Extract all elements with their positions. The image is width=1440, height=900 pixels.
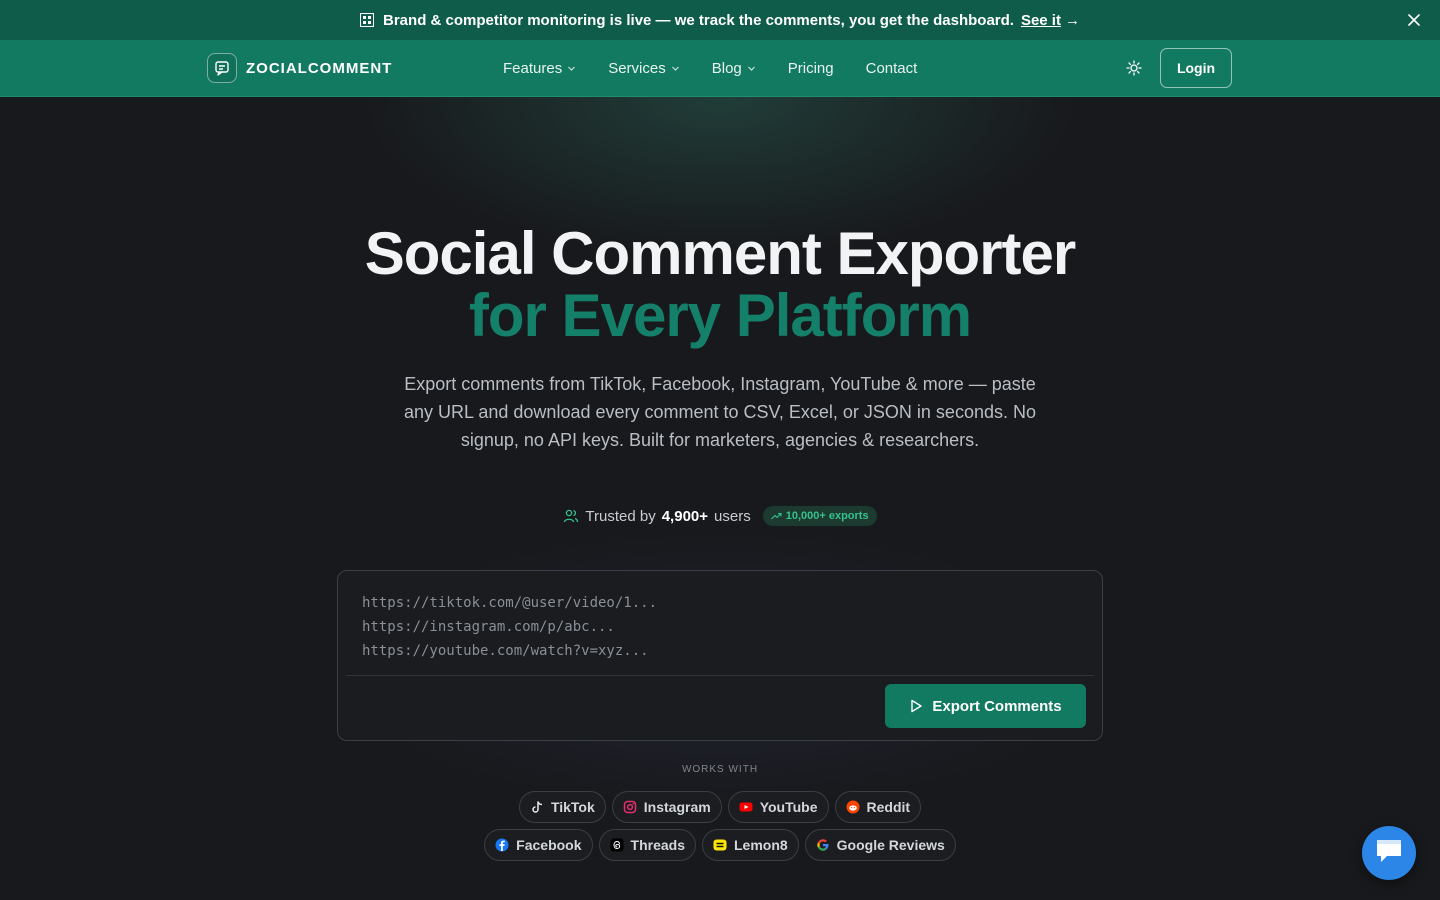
hero-title: Social Comment Exporter bbox=[364, 220, 1077, 287]
chip-facebook[interactable]: Facebook bbox=[484, 829, 593, 861]
chip-reddit[interactable]: Reddit bbox=[834, 791, 922, 823]
announcement-bar: Brand & competitor monitoring is live — … bbox=[0, 0, 1440, 40]
nav-item-blog[interactable]: Blog bbox=[712, 60, 756, 77]
trending-up-icon bbox=[770, 512, 782, 520]
chip-label: Instagram bbox=[643, 799, 711, 815]
chip-google-reviews[interactable]: Google Reviews bbox=[804, 829, 956, 861]
trust-count: 4,900+ bbox=[661, 507, 709, 525]
tiktok-icon bbox=[530, 800, 544, 814]
play-icon bbox=[909, 699, 923, 713]
chevron-down-icon bbox=[747, 64, 756, 73]
arrow-right-icon: → bbox=[1064, 11, 1080, 29]
nav-item-contact[interactable]: Contact bbox=[866, 60, 918, 77]
chip-label: Threads bbox=[630, 837, 685, 853]
lemon8-icon bbox=[713, 838, 727, 852]
nav-label: Blog bbox=[711, 59, 742, 77]
top-nav: ZOCIALCOMMENT Features Services Blog Pri… bbox=[0, 40, 1440, 97]
chip-label: YouTube bbox=[759, 799, 818, 815]
youtube-icon bbox=[739, 800, 753, 814]
chip-threads[interactable]: Threads bbox=[598, 829, 696, 861]
works-with-label: WORKS WITH bbox=[681, 764, 759, 775]
google-icon bbox=[816, 838, 830, 852]
announcement-text: Brand & competitor monitoring is live — … bbox=[383, 11, 1014, 29]
login-button[interactable]: Login bbox=[1160, 48, 1232, 88]
hero-subtitle: Export comments from TikTok, Facebook, I… bbox=[404, 374, 1036, 450]
nav-links: Features Services Blog Pricing Contact bbox=[503, 40, 949, 96]
divider bbox=[346, 675, 1094, 676]
chat-widget-button[interactable] bbox=[1362, 826, 1416, 880]
nav-item-services[interactable]: Services bbox=[608, 60, 680, 77]
platform-chips-row-1: TikTok Instagram YouTube Reddit bbox=[0, 791, 1440, 823]
platform-chips-row-2: Facebook Threads Lemon8 Google Reviews bbox=[0, 829, 1440, 861]
chip-label: Google Reviews bbox=[836, 837, 945, 853]
url-input-box[interactable]: https://tiktok.com/@user/video/1... http… bbox=[337, 570, 1103, 741]
exports-badge-text: 10,000+ exports bbox=[785, 510, 869, 522]
comment-icon bbox=[207, 53, 237, 83]
url-textarea[interactable]: https://tiktok.com/@user/video/1... http… bbox=[362, 591, 657, 663]
chip-label: TikTok bbox=[550, 799, 595, 815]
threads-icon bbox=[610, 838, 624, 852]
nav-label: Contact bbox=[865, 59, 918, 77]
chip-label: Reddit bbox=[866, 799, 911, 815]
close-icon[interactable] bbox=[1406, 12, 1422, 28]
chip-label: Facebook bbox=[516, 837, 582, 853]
export-comments-button[interactable]: Export Comments bbox=[885, 684, 1086, 728]
chip-instagram[interactable]: Instagram bbox=[611, 791, 722, 823]
trust-suffix: users bbox=[714, 507, 751, 525]
chip-youtube[interactable]: YouTube bbox=[727, 791, 829, 823]
chevron-down-icon bbox=[671, 64, 680, 73]
chip-lemon8[interactable]: Lemon8 bbox=[701, 829, 799, 861]
see-it-link[interactable]: See it bbox=[1021, 12, 1061, 29]
export-button-label: Export Comments bbox=[932, 697, 1062, 715]
sun-icon[interactable] bbox=[1124, 58, 1144, 78]
dashboard-icon bbox=[360, 13, 375, 27]
nav-item-features[interactable]: Features bbox=[503, 60, 576, 77]
chip-label: Lemon8 bbox=[733, 837, 788, 853]
trust-prefix: Trusted by bbox=[585, 507, 656, 525]
brand-name: ZOCIALCOMMENT bbox=[246, 59, 393, 77]
nav-item-pricing[interactable]: Pricing bbox=[788, 60, 834, 77]
instagram-icon bbox=[623, 800, 637, 814]
nav-label: Features bbox=[503, 59, 563, 77]
trust-line: Trusted by 4,900+ users 10,000+ exports bbox=[0, 506, 1440, 526]
exports-badge: 10,000+ exports bbox=[762, 506, 877, 526]
chip-tiktok[interactable]: TikTok bbox=[518, 791, 606, 823]
chevron-down-icon bbox=[567, 64, 576, 73]
chat-icon bbox=[1374, 837, 1404, 870]
hero-title-accent: for Every Platform bbox=[468, 282, 972, 349]
reddit-icon bbox=[846, 800, 860, 814]
nav-label: Pricing bbox=[787, 59, 834, 77]
users-icon bbox=[563, 508, 579, 524]
facebook-icon bbox=[495, 838, 509, 852]
nav-label: Services bbox=[608, 59, 666, 77]
brand-logo[interactable]: ZOCIALCOMMENT bbox=[207, 53, 392, 83]
